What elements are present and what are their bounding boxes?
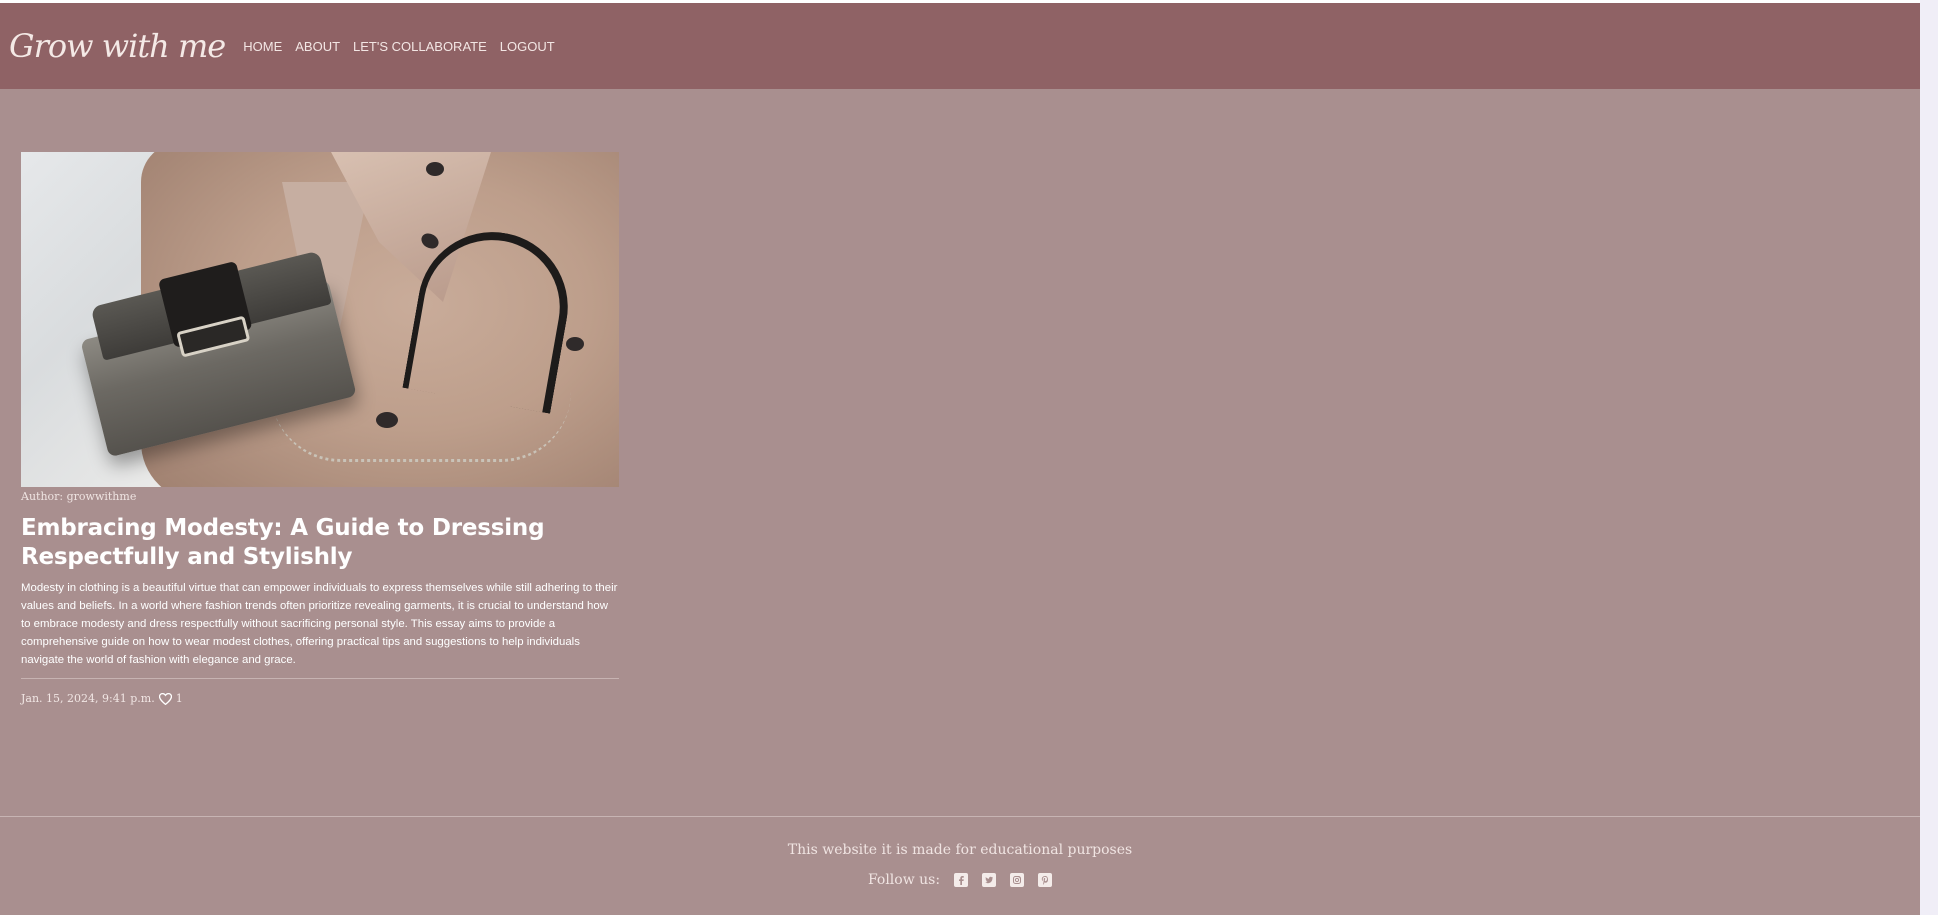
navbar: Grow with me HOME ABOUT LET'S COLLABORAT… [0,3,1920,89]
window-scrollbar[interactable] [1920,0,1938,915]
post-divider [21,678,619,679]
site-footer: This website it is made for educational … [0,816,1920,915]
nav-logout-link[interactable]: LOGOUT [500,39,555,54]
nav-about-link[interactable]: ABOUT [295,39,340,54]
follow-row: Follow us: [0,872,1920,888]
post-author: Author: growwithme [21,490,137,503]
instagram-icon[interactable] [1010,873,1025,887]
post-title[interactable]: Embracing Modesty: A Guide to Dressing R… [21,514,619,572]
nav-links: HOME ABOUT LET'S COLLABORATE LOGOUT [243,39,554,54]
post-excerpt: Modesty in clothing is a beautiful virtu… [21,582,618,666]
brand-logo[interactable]: Grow with me [9,27,226,65]
post-date: Jan. 15, 2024, 9:41 p.m. [21,692,155,705]
footer-disclaimer: This website it is made for educational … [787,842,1133,858]
post-image[interactable] [21,152,619,487]
coat-button-dot [426,162,444,176]
post-meta: Jan. 15, 2024, 9:41 p.m. 1 [21,692,619,705]
like-count: 1 [175,692,183,705]
follow-label: Follow us: [867,872,941,888]
nav-collaborate-link[interactable]: LET'S COLLABORATE [353,39,487,54]
nav-home-link[interactable]: HOME [243,39,282,54]
page: Grow with me HOME ABOUT LET'S COLLABORAT… [0,0,1920,915]
twitter-icon[interactable] [982,873,997,887]
heart-icon[interactable] [158,692,172,705]
post-card: Author: growwithme Embracing Modesty: A … [21,152,619,705]
coat-button-dot [566,337,584,351]
pinterest-icon[interactable] [1038,873,1053,887]
facebook-icon[interactable] [954,873,969,887]
